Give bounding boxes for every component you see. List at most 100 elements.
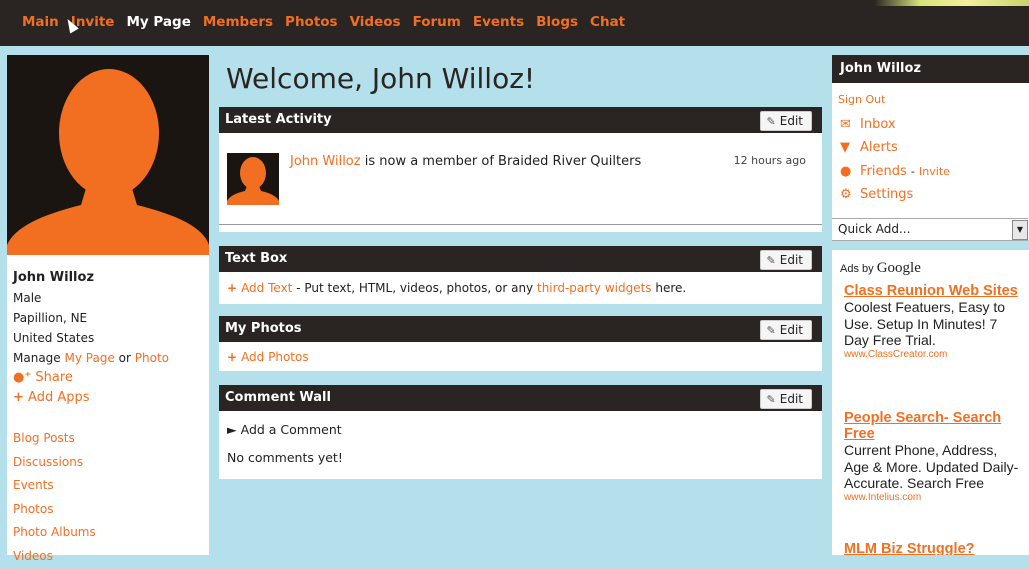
comment-wall-header: Comment Wall ✎ Edit <box>219 385 822 411</box>
share-label: Share <box>35 370 73 385</box>
activity-timestamp: 12 hours ago <box>733 154 806 167</box>
settings-link[interactable]: ⚙ Settings <box>840 187 913 202</box>
edit-label: Edit <box>779 392 803 406</box>
comment-wall-title: Comment Wall <box>225 390 331 405</box>
activity-actor-link[interactable]: John Willoz <box>290 154 361 169</box>
manage-photo-link[interactable]: Photo <box>135 351 169 365</box>
nav-items: Main Invite My Page Members Photos Videos Foru… <box>22 14 637 30</box>
text-box-desc: - Put text, HTML, videos, photos, or any <box>296 281 534 295</box>
pencil-icon: ✎ <box>766 393 776 406</box>
nav-events[interactable]: Events <box>473 14 524 30</box>
my-photos-edit-button[interactable]: ✎ Edit <box>759 320 812 340</box>
profile-gender: Male <box>13 291 42 305</box>
nav-videos[interactable]: Videos <box>350 14 401 30</box>
add-text-link[interactable]: Add Text <box>241 281 292 295</box>
triangle-right-icon: ► <box>227 422 237 437</box>
nav-chat[interactable]: Chat <box>590 14 625 30</box>
alerts-link[interactable]: ▼ Alerts <box>840 140 898 155</box>
my-photos-title: My Photos <box>225 321 302 336</box>
share-link[interactable]: ●⁺ Share <box>13 368 169 388</box>
ad-url[interactable]: www.ClassCreator.com <box>844 349 1022 361</box>
profile-location: Papillion, NE <box>13 311 88 325</box>
profile-name: John Willoz <box>13 270 95 285</box>
gear-icon: ⚙ <box>840 187 852 202</box>
friends-row: ● Friends - Invite <box>840 164 950 179</box>
ad-title[interactable]: People Search- Search Free <box>844 410 1022 442</box>
no-comments-text: No comments yet! <box>227 450 343 465</box>
link-photos[interactable]: Photos <box>13 498 96 522</box>
google-logo: Google <box>876 260 921 276</box>
ads-by-label: Ads by <box>840 263 874 275</box>
edit-label: Edit <box>779 253 803 267</box>
link-videos[interactable]: Videos <box>13 545 96 569</box>
quick-add-select[interactable]: Quick Add... ▼ <box>832 218 1028 241</box>
text-box-title: Text Box <box>225 251 288 266</box>
nav-members[interactable]: Members <box>203 14 273 30</box>
ad-item[interactable]: MLM Biz Struggle? <box>844 541 1022 555</box>
friends-link[interactable]: Friends <box>860 164 907 179</box>
manage-label: Manage <box>13 351 61 365</box>
profile-avatar[interactable] <box>7 55 209 255</box>
ad-title[interactable]: Class Reunion Web Sites <box>844 283 1022 299</box>
my-photos-content: + Add Photos <box>219 342 822 364</box>
quick-add-value: Quick Add... <box>838 222 911 236</box>
profile-country: United States <box>13 331 95 345</box>
nav-photos[interactable]: Photos <box>285 14 338 30</box>
ad-item[interactable]: Class Reunion Web Sites Coolest Featuers… <box>844 283 1022 361</box>
add-comment-toggle[interactable]: ► Add a Comment <box>227 421 814 439</box>
ad-item[interactable]: People Search- Search Free Current Phone… <box>844 410 1022 504</box>
link-blog-posts[interactable]: Blog Posts <box>13 427 96 451</box>
page-title: Welcome, John Willoz! <box>226 62 536 95</box>
person-icon: ● <box>840 164 852 179</box>
ad-description: Coolest Featuers, Easy to Use. Setup In … <box>844 299 1006 349</box>
avatar-silhouette-icon <box>227 157 279 205</box>
ad-description: Current Phone, Address, Age & More. Upda… <box>844 442 1019 492</box>
activity-avatar[interactable] <box>227 153 279 205</box>
text-box: Text Box ✎ Edit + Add Text - Put text, HTM… <box>219 246 822 304</box>
ad-url[interactable]: www.Intelius.com <box>844 492 1022 504</box>
activity-divider <box>219 224 822 225</box>
link-discussions[interactable]: Discussions <box>13 451 96 475</box>
add-photos-link[interactable]: Add Photos <box>241 350 309 364</box>
latest-activity-header: Latest Activity ✎ Edit <box>219 107 822 133</box>
account-panel: John Willoz Sign Out ✉ Inbox ▼ Alerts ● Fri… <box>832 55 1029 241</box>
account-name: John Willoz <box>832 55 1029 83</box>
activity-item: John Willoz is now a member of Braided R… <box>290 154 641 169</box>
manage-row: Manage My Page or Photo <box>13 348 169 368</box>
text-box-edit-button[interactable]: ✎ Edit <box>759 250 812 270</box>
header-decoration <box>874 0 1029 6</box>
inbox-link[interactable]: ✉ Inbox <box>840 117 896 132</box>
add-apps-label: Add Apps <box>28 390 90 405</box>
pencil-icon: ✎ <box>766 254 776 267</box>
nav-main[interactable]: Main <box>22 14 59 30</box>
nav-forum[interactable]: Forum <box>413 14 461 30</box>
add-comment-label: Add a Comment <box>240 422 342 437</box>
inbox-label: Inbox <box>860 117 896 132</box>
link-events[interactable]: Events <box>13 474 96 498</box>
comment-wall-edit-button[interactable]: ✎ Edit <box>759 389 812 409</box>
nav-my-page[interactable]: My Page <box>126 14 190 30</box>
edit-label: Edit <box>779 114 803 128</box>
profile-sidebar: John Willoz Male Papillion, NE United St… <box>7 55 209 563</box>
latest-activity-edit-button[interactable]: ✎ Edit <box>759 111 812 131</box>
chevron-down-icon[interactable]: ▼ <box>1012 220 1028 240</box>
ad-title[interactable]: MLM Biz Struggle? <box>844 541 1022 555</box>
sign-out-link[interactable]: Sign Out <box>838 93 885 106</box>
manage-or: or <box>118 351 131 365</box>
link-photo-albums[interactable]: Photo Albums <box>13 521 96 545</box>
plus-icon: + <box>227 281 238 295</box>
add-apps-link[interactable]: + Add Apps <box>13 388 169 408</box>
third-party-widgets-link[interactable]: third-party widgets <box>537 281 652 295</box>
alerts-label: Alerts <box>860 140 898 155</box>
comment-wall-box: Comment Wall ✎ Edit ► Add a Comment No co… <box>219 385 822 479</box>
manage-my-page-link[interactable]: My Page <box>65 351 115 365</box>
profile-info: John Willoz Male Papillion, NE United St… <box>13 268 169 408</box>
plus-icon: + <box>13 390 24 405</box>
latest-activity-box: Latest Activity ✎ Edit John Willoz is now… <box>219 107 822 232</box>
text-box-content: + Add Text - Put text, HTML, videos, phot… <box>219 272 822 295</box>
nav-blogs[interactable]: Blogs <box>536 14 578 30</box>
alert-flag-icon: ▼ <box>840 140 850 155</box>
ads-by-google[interactable]: Ads by Google <box>840 260 921 277</box>
invite-link[interactable]: Invite <box>919 165 950 178</box>
my-photos-box: My Photos ✎ Edit + Add Photos <box>219 316 822 371</box>
